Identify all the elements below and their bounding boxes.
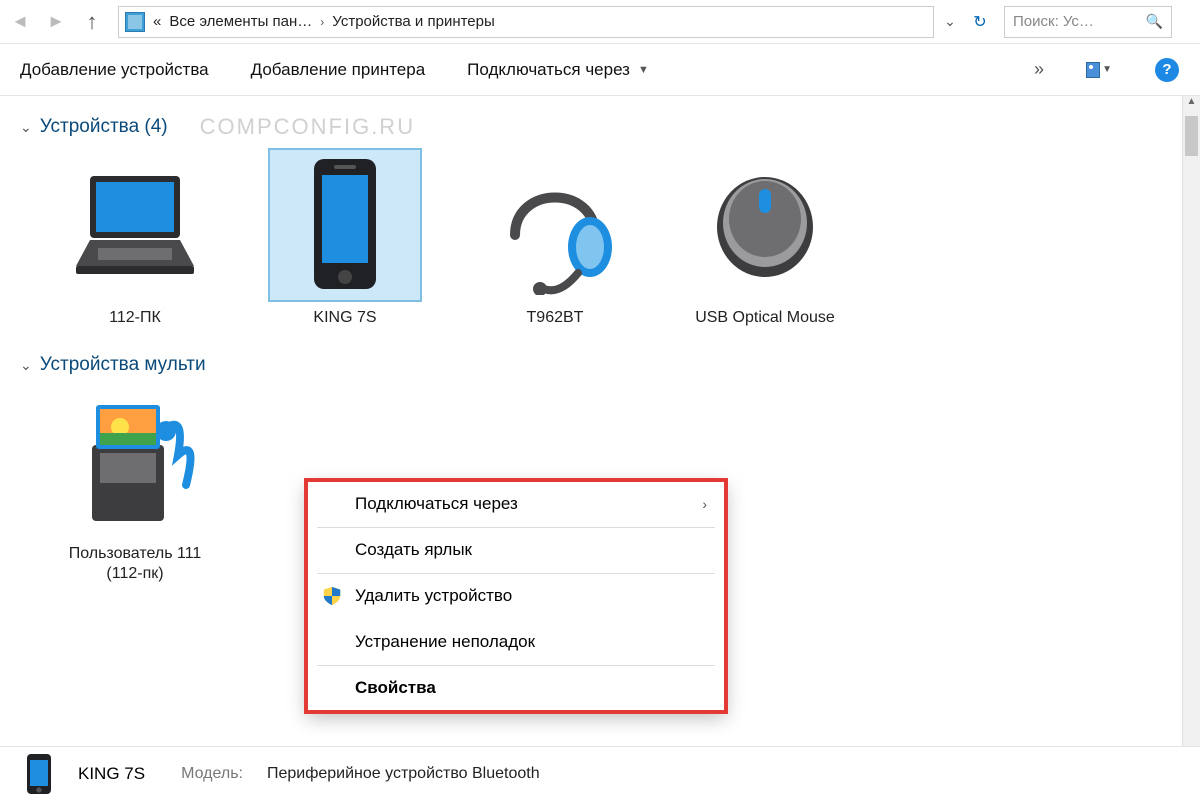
group-title: Устройства мульти [40, 354, 206, 376]
nav-up-button[interactable]: ↑ [76, 6, 108, 38]
context-menu-item-properties[interactable]: Свойства [307, 665, 725, 711]
details-model-value: Периферийное устройство Bluetooth [267, 765, 540, 783]
search-input[interactable]: Поиск: Ус… 🔍 [1004, 6, 1172, 38]
nav-forward-button[interactable]: ► [40, 6, 72, 38]
device-grid-1: 112-ПК KING 7S [20, 150, 1180, 328]
details-device-name: KING 7S [78, 764, 145, 784]
device-label: Пользователь 111 (112-пк) [50, 544, 220, 584]
device-item-mouse[interactable]: USB Optical Mouse [680, 150, 850, 328]
context-menu-item-connect-via[interactable]: Подключаться через › [307, 481, 725, 527]
overflow-glyph: » [1034, 59, 1044, 79]
group-title: Устройства (4) [40, 116, 168, 138]
chevron-down-icon: ⌄ [20, 119, 32, 136]
device-label: KING 7S [260, 308, 430, 328]
chevron-down-icon: ⌄ [20, 357, 32, 374]
details-model-label: Модель: [181, 765, 243, 783]
device-item-112pk[interactable]: 112-ПК [50, 150, 220, 328]
command-toolbar: Добавление устройства Добавление принтер… [0, 44, 1200, 96]
add-device-label: Добавление устройства [20, 60, 209, 80]
address-history-dropdown[interactable]: ⌄ [938, 13, 962, 30]
add-printer-button[interactable]: Добавление принтера [251, 60, 426, 80]
address-bar[interactable]: « Все элементы пан… › Устройства и принт… [118, 6, 934, 38]
connect-via-button[interactable]: Подключаться через ▼ [467, 60, 649, 80]
chevron-right-icon: › [320, 15, 324, 29]
phone-icon [270, 150, 420, 300]
help-icon: ? [1155, 58, 1179, 82]
bt-headset-icon [480, 150, 630, 300]
control-panel-icon [125, 12, 145, 32]
device-label: T962BT [470, 308, 640, 328]
context-menu-label: Удалить устройство [355, 586, 512, 606]
context-menu-item-create-shortcut[interactable]: Создать ярлык [307, 527, 725, 573]
chevron-down-icon: ▼ [1102, 64, 1112, 75]
content-area: ▲ ⌄ Устройства (4) COMPCONFIG.RU 112-ПК [0, 96, 1200, 746]
details-thumbnail-phone-icon [18, 753, 60, 795]
context-menu-item-remove-device[interactable]: Удалить устройство [307, 573, 725, 619]
breadcrumb-segment-2[interactable]: Устройства и принтеры [332, 13, 494, 30]
search-placeholder: Поиск: Ус… [1013, 13, 1094, 30]
nav-back-button[interactable]: ◄ [4, 6, 36, 38]
device-item-king7s[interactable]: KING 7S [260, 150, 430, 328]
address-bar-row: ◄ ► ↑ « Все элементы пан… › Устройства и… [0, 0, 1200, 44]
connect-via-label: Подключаться через [467, 60, 630, 80]
breadcrumb-segment-1[interactable]: Все элементы пан… [169, 13, 312, 30]
device-label: USB Optical Mouse [680, 308, 850, 328]
vertical-scrollbar[interactable]: ▲ [1182, 96, 1200, 746]
add-printer-label: Добавление принтера [251, 60, 426, 80]
context-menu-label: Свойства [355, 678, 436, 698]
watermark-text: COMPCONFIG.RU [200, 114, 415, 140]
picture-icon [1086, 62, 1100, 78]
refresh-button[interactable]: ↻ [966, 12, 994, 32]
group-header-devices[interactable]: ⌄ Устройства (4) COMPCONFIG.RU [20, 114, 1180, 140]
add-device-button[interactable]: Добавление устройства [20, 60, 209, 80]
device-item-t962bt[interactable]: T962BT [470, 150, 640, 328]
scrollbar-thumb[interactable] [1185, 116, 1198, 156]
search-icon: 🔍 [1146, 13, 1163, 30]
group-header-multimedia[interactable]: ⌄ Устройства мульти [20, 354, 1180, 376]
context-menu-item-troubleshoot[interactable]: Устранение неполадок [307, 619, 725, 665]
uac-shield-icon [321, 585, 343, 607]
media-device-icon [60, 386, 210, 536]
address-prefix-glyph: « [153, 13, 161, 30]
device-label: 112-ПК [50, 308, 220, 328]
help-button[interactable]: ? [1154, 59, 1180, 81]
context-menu-label: Создать ярлык [355, 540, 472, 560]
toolbar-overflow-button[interactable]: » [1034, 59, 1044, 80]
preview-pane-button[interactable]: ▼ [1086, 59, 1112, 81]
context-menu-label: Устранение неполадок [355, 632, 535, 652]
details-pane: KING 7S Модель: Периферийное устройство … [0, 746, 1200, 800]
context-menu: Подключаться через › Создать ярлык Удали… [306, 480, 726, 712]
chevron-right-icon: › [702, 496, 707, 512]
laptop-icon [60, 150, 210, 300]
scrollbar-up-icon[interactable]: ▲ [1183, 96, 1200, 114]
mouse-icon [690, 150, 840, 300]
device-item-user111[interactable]: Пользователь 111 (112-пк) [50, 386, 220, 584]
chevron-down-icon: ▼ [638, 64, 649, 76]
context-menu-label: Подключаться через [355, 494, 518, 514]
